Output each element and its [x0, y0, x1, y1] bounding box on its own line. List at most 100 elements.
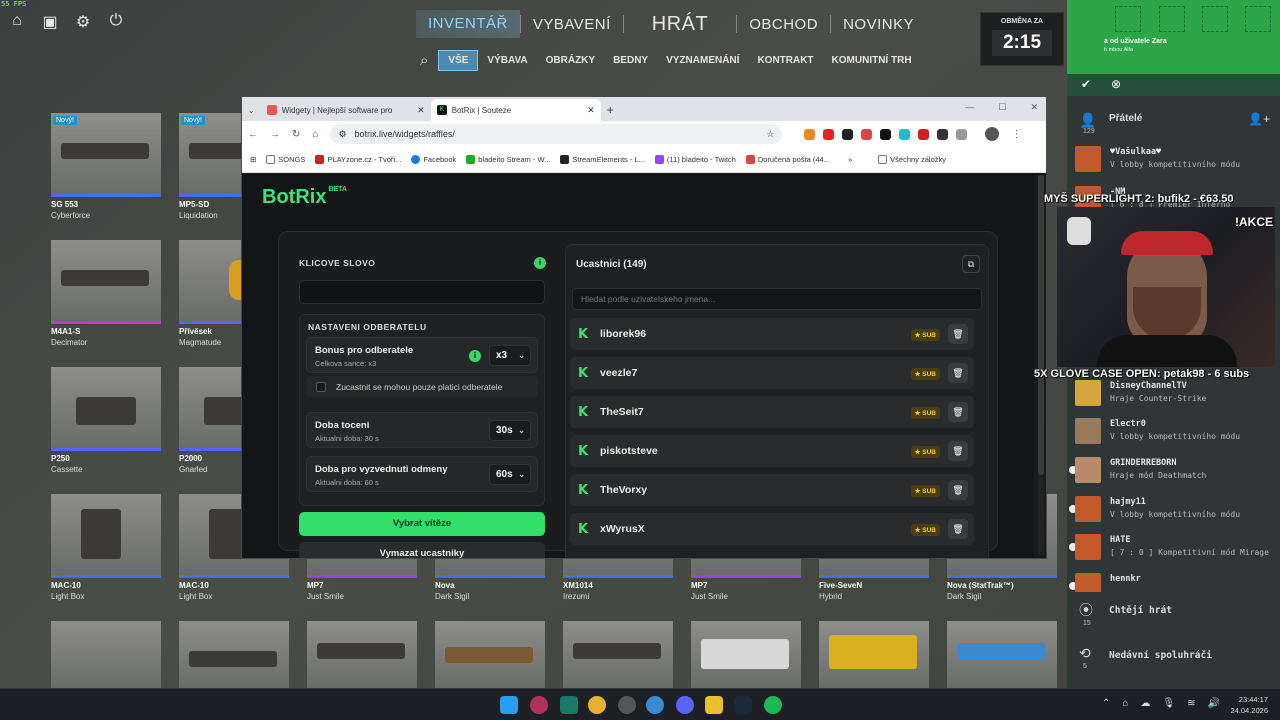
site-info-icon[interactable]: ⚙ — [338, 129, 346, 140]
new-tab-button[interactable]: + — [607, 103, 614, 117]
inventory-item[interactable] — [51, 367, 161, 451]
avatar[interactable] — [985, 127, 1000, 141]
apps-icon[interactable]: ⊞ — [250, 155, 256, 164]
inventory-item[interactable] — [947, 621, 1057, 688]
friend-row[interactable]: DisneyChannelTV Hraje Counter-Strike — [1067, 377, 1280, 413]
inventory-item[interactable] — [51, 494, 161, 578]
home-icon[interactable]: ⌂ — [8, 12, 26, 32]
gear-icon[interactable]: ⚙ — [74, 12, 92, 32]
subnav-gear[interactable]: VÝBAVA — [478, 51, 536, 70]
back-icon[interactable]: ← — [248, 129, 258, 140]
maximize-icon[interactable]: ☐ — [998, 102, 1006, 113]
clock[interactable]: 23:44:17 24.04.2026 — [1230, 694, 1268, 716]
close-tab-icon[interactable]: ✕ — [587, 105, 595, 116]
bookmark-facebook[interactable]: Facebook — [411, 155, 456, 164]
inventory-item[interactable] — [179, 621, 289, 688]
app-icon[interactable] — [560, 696, 578, 714]
subnav-contract[interactable]: KONTRAKT — [748, 51, 822, 70]
discord-icon[interactable] — [676, 696, 694, 714]
home-icon[interactable]: ⌂ — [312, 129, 318, 140]
app-icon[interactable] — [618, 696, 636, 714]
copy-icon[interactable]: ⧉ — [962, 255, 980, 273]
cloud-icon[interactable]: ☁ — [1140, 698, 1150, 709]
extension-icon[interactable] — [842, 128, 854, 140]
friend-row[interactable]: HATE[ 7 : 0 ] Kompetitivní mód Mirage — [1067, 531, 1280, 567]
bookmark-twitch[interactable]: (11) bladeito - Twitch — [654, 155, 736, 164]
trash-icon[interactable]: 🗑 — [948, 363, 968, 383]
inventory-item[interactable] — [691, 621, 801, 688]
subnav-medals[interactable]: VYZNAMENÁNÍ — [657, 51, 748, 70]
bonus-select[interactable]: x3 ⌄ — [489, 345, 531, 366]
trash-icon[interactable]: 🗑 — [948, 402, 968, 422]
spotify-icon[interactable] — [764, 696, 782, 714]
menu-icon[interactable]: ⋮ — [1011, 129, 1021, 140]
friend-row[interactable]: hajmy11 V lobby kompetitivního módu — [1067, 493, 1280, 529]
extension-icon[interactable] — [937, 128, 949, 140]
info-icon[interactable]: i — [534, 257, 546, 269]
inventory-item[interactable] — [819, 621, 929, 688]
party-slot[interactable] — [1115, 6, 1141, 32]
extension-icon[interactable] — [804, 128, 816, 140]
app-icon[interactable] — [646, 696, 664, 714]
tab-widgets[interactable]: Widgety | Nejlepší software pro ✕ — [261, 99, 431, 121]
friend-row[interactable]: Electr0 V lobby kompetitivního módu — [1067, 415, 1280, 451]
microphone-icon[interactable]: 🎙 — [1162, 698, 1175, 709]
trash-icon[interactable]: 🗑 — [948, 324, 968, 344]
forward-icon[interactable]: → — [270, 129, 280, 140]
chrome-icon[interactable] — [588, 696, 606, 714]
bookmark-all[interactable]: Všechny záložky — [878, 155, 946, 164]
party-slot[interactable] — [1202, 6, 1228, 32]
trash-icon[interactable]: 🗑 — [948, 441, 968, 461]
minimize-icon[interactable]: — — [965, 102, 974, 113]
info-icon[interactable]: i — [469, 350, 481, 362]
bookmark-streamelements[interactable]: StreamElements - L... — [560, 155, 645, 164]
friend-row[interactable]: GRINDERREBORN Hraje mód Deathmatch — [1067, 454, 1280, 490]
nav-loadout[interactable]: VYBAVENÍ — [521, 16, 623, 33]
subnav-all[interactable]: VŠE — [438, 50, 479, 71]
paid-only-checkbox[interactable]: Zucastnit se mohou pouze platici odberat… — [306, 376, 538, 398]
keyword-input[interactable] — [299, 280, 545, 304]
subnav-market[interactable]: KOMUNITNÍ TRH — [823, 51, 921, 70]
inventory-item[interactable] — [563, 621, 673, 688]
tab-botrix[interactable]: K BotRix | Souteze ✕ — [430, 99, 601, 121]
subnav-cases[interactable]: BEDNY — [604, 51, 657, 70]
friend-row[interactable]: ♥Vašulkaa♥ V lobby kompetitivního módu — [1067, 143, 1280, 179]
extension-icon[interactable] — [899, 128, 911, 140]
claim-select[interactable]: 60s ⌄ — [489, 464, 531, 485]
trash-icon[interactable]: 🗑 — [948, 480, 968, 500]
tv-icon[interactable]: ▣ — [41, 12, 59, 32]
inventory-item[interactable] — [51, 621, 161, 688]
extension-icon[interactable] — [880, 128, 892, 140]
clear-participants-button[interactable]: Vymazat ucastniky — [299, 542, 545, 558]
nav-store[interactable]: OBCHOD — [737, 16, 830, 33]
nav-news[interactable]: NOVINKY — [831, 16, 926, 33]
nav-inventory[interactable]: INVENTÁŘ — [416, 10, 520, 38]
friend-row[interactable]: hennkr — [1067, 570, 1280, 592]
chevron-up-icon[interactable]: ⌃ — [1102, 698, 1110, 709]
party-slot[interactable] — [1245, 6, 1271, 32]
windows-start-icon[interactable] — [500, 696, 518, 714]
decline-icon[interactable]: ⊗ — [1111, 77, 1121, 91]
close-tab-icon[interactable]: ✕ — [417, 105, 425, 116]
steam-icon[interactable] — [734, 696, 752, 714]
bookmark-star-icon[interactable]: ☆ — [766, 129, 774, 140]
trash-icon[interactable]: 🗑 — [948, 519, 968, 539]
volume-icon[interactable]: 🔊 — [1208, 698, 1220, 709]
scrollbar-thumb[interactable] — [1038, 175, 1044, 475]
url-input[interactable]: ⚙ botrix.live/widgets/raffles/ ☆ — [330, 124, 783, 144]
search-icon[interactable]: ⌕ — [420, 52, 428, 69]
nav-play[interactable]: HRÁT — [624, 13, 736, 36]
power-icon[interactable]: ⏻ — [107, 12, 125, 32]
bookmark-songs[interactable]: SONGS — [266, 155, 305, 164]
puzzle-icon[interactable] — [956, 128, 968, 140]
subnav-graffiti[interactable]: OBRÁZKY — [537, 51, 604, 70]
pick-winner-button[interactable]: Vybrat vítěze — [299, 512, 545, 536]
add-friend-icon[interactable]: 👤+ — [1248, 112, 1270, 126]
reload-icon[interactable]: ↻ — [292, 129, 300, 140]
tab-list-icon[interactable]: ⌄ — [248, 106, 255, 115]
page-scrollbar[interactable] — [1038, 175, 1044, 555]
wifi-icon[interactable]: ≋ — [1187, 698, 1195, 709]
extension-icon[interactable] — [918, 128, 930, 140]
spin-select[interactable]: 30s ⌄ — [489, 420, 531, 441]
more-bookmarks-icon[interactable]: » — [848, 155, 852, 164]
